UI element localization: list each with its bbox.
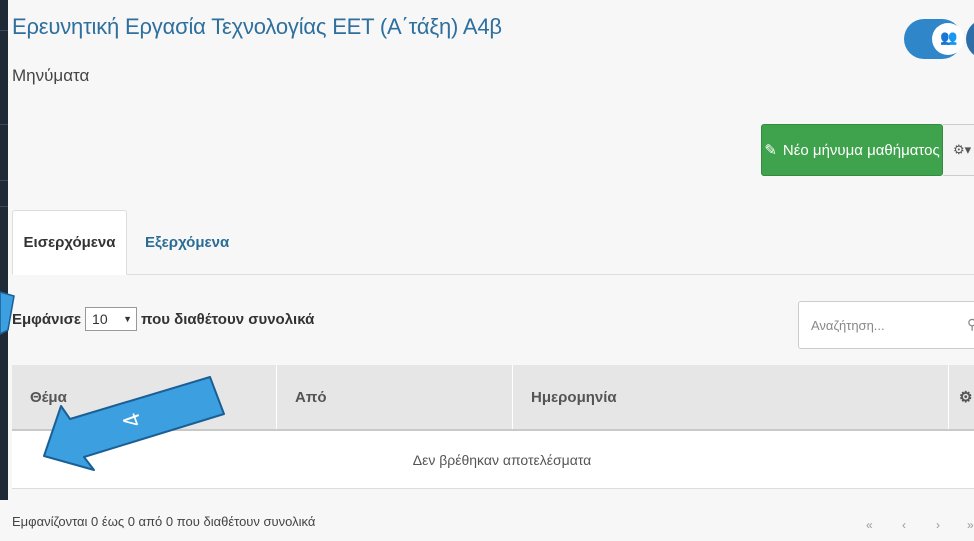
column-header-from[interactable]: Από: [277, 365, 513, 429]
empty-table-row: Δεν βρέθηκαν αποτελέσματα: [12, 431, 974, 489]
tab-inbox[interactable]: Εισερχόμενα: [12, 210, 127, 275]
empty-message: Δεν βρέθηκαν αποτελέσματα: [412, 451, 592, 468]
select-arrow-icon: ▼: [123, 314, 133, 324]
users-icon: 👥: [940, 29, 958, 45]
messages-table: Θέμα Από Ημερομηνία ⚙ Δεν βρέθηκαν αποτε…: [12, 365, 974, 489]
course-title: Ερευνητική Εργασία Τεχνολογίας ΕΕΤ (Α΄τά…: [12, 14, 502, 39]
pager-previous[interactable]: ‹: [902, 518, 906, 532]
search-placeholder: Αναζήτηση...: [811, 317, 885, 333]
page-size-select[interactable]: 10 ▼: [85, 307, 138, 331]
tab-outbox[interactable]: Εξερχόμενα: [145, 210, 229, 275]
gear-icon: ⚙: [959, 389, 973, 406]
search-input[interactable]: Αναζήτηση... ⚲: [798, 301, 974, 349]
gears-icon: ⚙▾: [953, 142, 972, 157]
search-icon: ⚲: [967, 316, 974, 332]
pager-next[interactable]: ›: [936, 518, 940, 532]
settings-dropdown-button[interactable]: ⚙▾: [943, 124, 974, 176]
table-header: Θέμα Από Ημερομηνία ⚙: [12, 365, 974, 431]
view-toggle[interactable]: 👥: [904, 19, 964, 59]
column-header-date[interactable]: Ημερομηνία: [513, 365, 949, 429]
pencil-icon: ✎: [764, 142, 777, 159]
page-size-value: 10: [92, 311, 108, 327]
pager-last[interactable]: »: [967, 518, 974, 532]
page-subtitle: Μηνύματα: [12, 66, 90, 85]
show-prefix: Εμφάνισε: [12, 310, 82, 328]
toggle-knob: 👥: [932, 23, 964, 55]
new-message-label: Νέο μήνυμα μαθήματος: [782, 141, 940, 159]
table-info: Εμφανίζονται 0 έως 0 από 0 που διαθέτουν…: [12, 514, 316, 529]
show-suffix: που διαθέτουν συνολικά: [141, 310, 315, 328]
new-course-message-button[interactable]: ✎ Νέο μήνυμα μαθήματος: [761, 124, 943, 176]
page-length-control: Εμφάνισε 10 ▼ που διαθέτουν συνολικά: [12, 307, 314, 331]
sidebar-edge: [0, 0, 8, 500]
column-header-subject[interactable]: Θέμα: [12, 365, 277, 429]
column-header-actions: ⚙: [949, 365, 974, 429]
pager-first[interactable]: «: [866, 518, 873, 532]
user-menu-button[interactable]: [966, 19, 974, 59]
